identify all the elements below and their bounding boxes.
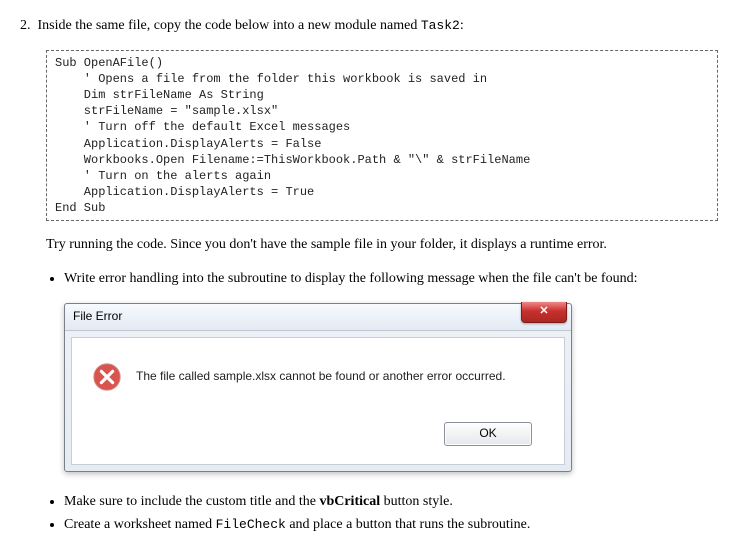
list-item: Create a worksheet named FileCheck and p… (64, 515, 718, 535)
bullet-list-top: Write error handling into the subroutine… (46, 269, 718, 289)
step-text-before: Inside the same file, copy the code belo… (38, 18, 421, 33)
after-code-paragraph: Try running the code. Since you don't ha… (46, 235, 718, 255)
list-item: Make sure to include the custom title an… (64, 492, 718, 512)
b1-post: button style. (380, 494, 453, 509)
button-row: OK (92, 422, 544, 446)
ok-button[interactable]: OK (444, 422, 532, 446)
step-line: 2. Inside the same file, copy the code b… (20, 16, 718, 36)
close-icon: ✕ (539, 304, 548, 319)
b2-post: and place a button that runs the subrout… (286, 517, 531, 532)
error-dialog: File Error ✕ The file called sample.xlsx… (64, 303, 572, 472)
message-row: The file called sample.xlsx cannot be fo… (92, 362, 544, 392)
list-item: Write error handling into the subroutine… (64, 269, 718, 289)
code-block: Sub OpenAFile() ' Opens a file from the … (46, 50, 718, 222)
dialog-titlebar: File Error ✕ (65, 304, 571, 331)
bullet-list-bottom: Make sure to include the custom title an… (46, 492, 718, 535)
b2-code: FileCheck (216, 517, 286, 532)
dialog-title: File Error (73, 308, 122, 325)
dialog-body: The file called sample.xlsx cannot be fo… (71, 337, 565, 465)
close-button[interactable]: ✕ (521, 302, 567, 323)
error-icon (92, 362, 122, 392)
step-text-after: : (460, 18, 464, 33)
dialog-message: The file called sample.xlsx cannot be fo… (136, 368, 506, 385)
b1-pre: Make sure to include the custom title an… (64, 494, 319, 509)
b2-pre: Create a worksheet named (64, 517, 216, 532)
step-number: 2. (20, 16, 34, 36)
b1-bold: vbCritical (319, 494, 380, 509)
module-name: Task2 (421, 18, 460, 33)
